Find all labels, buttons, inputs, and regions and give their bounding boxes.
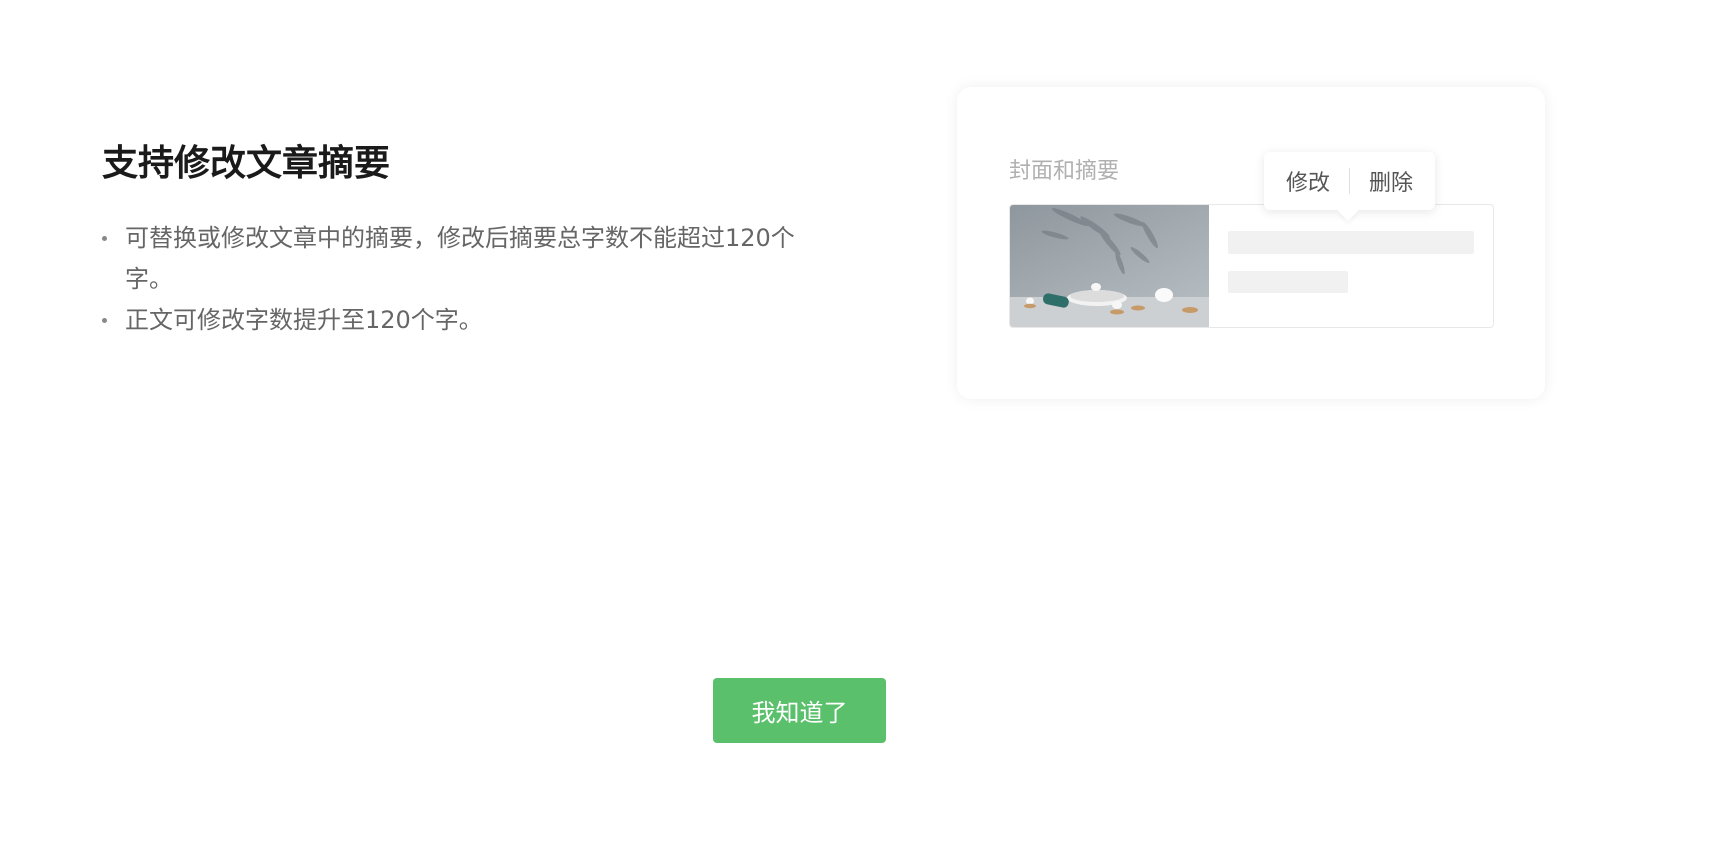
summary-placeholder-line <box>1228 271 1348 293</box>
bullet-text: 可替换或修改文章中的摘要，修改后摘要总字数不能超过120个字。 <box>125 224 795 293</box>
action-popover: 修改 删除 <box>1264 152 1435 210</box>
bullet-dot-icon <box>102 236 107 241</box>
edit-button[interactable]: 修改 <box>1267 165 1349 197</box>
feature-bullet-list: 可替换或修改文章中的摘要，修改后摘要总字数不能超过120个字。 正文可修改字数提… <box>102 218 842 341</box>
bullet-text: 正文可修改字数提升至120个字。 <box>125 306 483 334</box>
feature-intro: 支持修改文章摘要 可替换或修改文章中的摘要，修改后摘要总字数不能超过120个字。… <box>102 138 842 341</box>
cover-thumbnail <box>1010 205 1209 327</box>
article-preview <box>1009 204 1494 328</box>
bullet-item: 可替换或修改文章中的摘要，修改后摘要总字数不能超过120个字。 <box>102 218 842 300</box>
got-it-button[interactable]: 我知道了 <box>713 678 886 743</box>
bullet-dot-icon <box>102 318 107 323</box>
bullet-item: 正文可修改字数提升至120个字。 <box>102 300 842 341</box>
feature-title: 支持修改文章摘要 <box>102 143 391 184</box>
cover-summary-label: 封面和摘要 <box>1009 159 1120 184</box>
delete-button[interactable]: 删除 <box>1350 165 1432 197</box>
summary-placeholder-line <box>1228 231 1474 254</box>
preview-card: 封面和摘要 修改 删除 <box>957 87 1545 399</box>
